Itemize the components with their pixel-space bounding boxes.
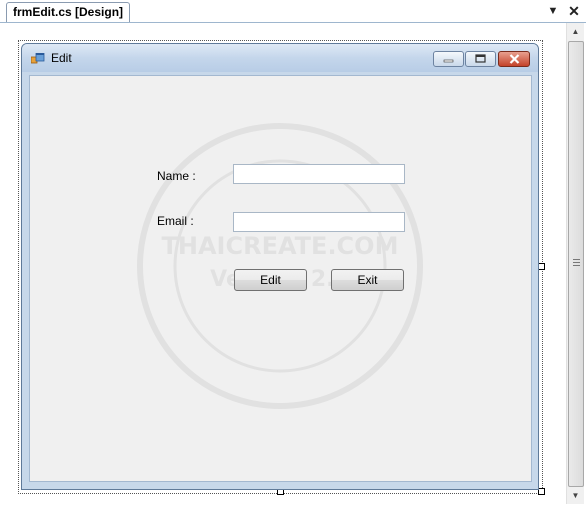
name-input[interactable] xyxy=(233,164,405,184)
resize-handle-bottom-right[interactable] xyxy=(538,488,545,495)
exit-button[interactable]: Exit xyxy=(331,269,404,291)
vertical-scrollbar[interactable]: ▲ ▼ xyxy=(566,23,584,504)
scrollbar-thumb[interactable] xyxy=(568,41,584,487)
document-tab-frmedit[interactable]: frmEdit.cs [Design] xyxy=(6,2,131,22)
minimize-button[interactable] xyxy=(433,51,464,67)
form-window-edit[interactable]: Edit THAICREATE.COM Version 2.0 Name : xyxy=(21,43,539,490)
email-label: Email : xyxy=(157,214,194,228)
form-icon xyxy=(31,53,45,64)
form-titlebar[interactable]: Edit xyxy=(22,44,538,72)
minimize-icon xyxy=(443,59,454,63)
scroll-up-icon[interactable]: ▲ xyxy=(567,23,584,40)
document-tab-strip: frmEdit.cs [Design] ▼ ✕ xyxy=(0,0,586,23)
maximize-icon xyxy=(475,54,486,63)
resize-handle-right[interactable] xyxy=(538,263,545,270)
email-input[interactable] xyxy=(233,212,405,232)
form-title: Edit xyxy=(51,51,72,65)
watermark-seal: THAICREATE.COM Version 2.0 xyxy=(137,123,423,409)
close-button[interactable] xyxy=(498,51,530,67)
edit-button[interactable]: Edit xyxy=(234,269,307,291)
maximize-button[interactable] xyxy=(465,51,496,67)
watermark-line1: THAICREATE.COM xyxy=(162,232,399,260)
tab-close-icon[interactable]: ✕ xyxy=(566,3,582,19)
tab-dropdown-icon[interactable]: ▼ xyxy=(545,3,561,19)
form-client-area[interactable]: THAICREATE.COM Version 2.0 Name : Email … xyxy=(29,75,532,482)
scroll-down-icon[interactable]: ▼ xyxy=(567,487,584,504)
scrollbar-grip-icon xyxy=(573,259,580,267)
close-icon xyxy=(509,54,520,64)
name-label: Name : xyxy=(157,169,196,183)
